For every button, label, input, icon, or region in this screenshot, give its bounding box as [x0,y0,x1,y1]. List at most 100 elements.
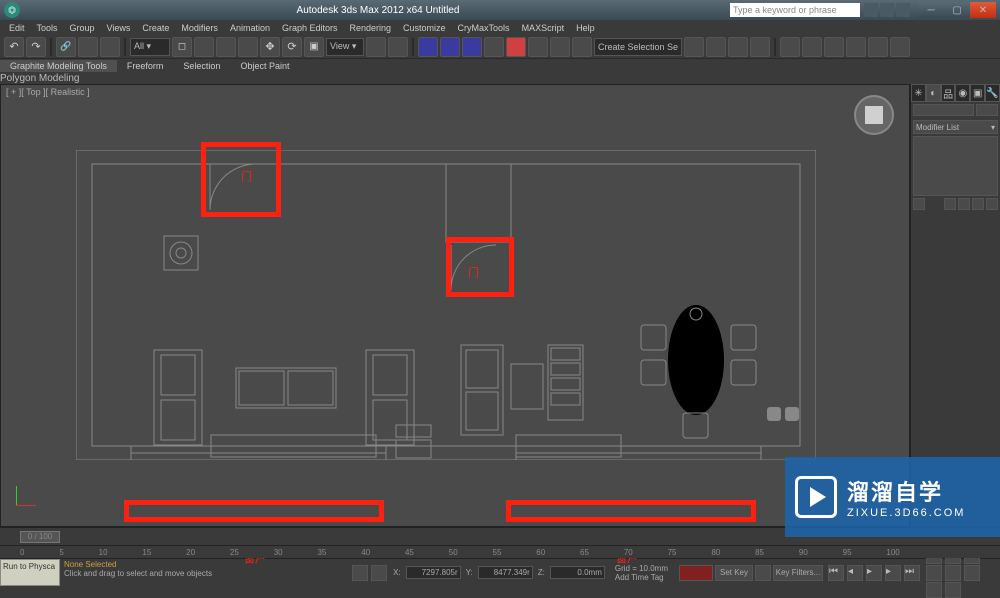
orbit-button[interactable] [926,582,942,598]
scale-button[interactable] [304,37,324,57]
zoom-extents-all-button[interactable] [926,565,942,581]
curve-editor-button[interactable] [706,37,726,57]
autokey-button[interactable] [679,565,713,581]
render-iterative-button[interactable] [846,37,866,57]
remove-modifier-button[interactable] [972,198,984,210]
snap-toggle-button[interactable] [418,37,438,57]
infocenter-help-icon[interactable] [896,3,910,17]
unlink-button[interactable] [78,37,98,57]
y-field[interactable]: 8477.349r [478,566,533,579]
lock-selection-icon[interactable] [352,565,368,581]
ribbon-tab-selection[interactable]: Selection [173,60,230,72]
rendered-frame-button[interactable] [802,37,822,57]
menu-views[interactable]: Views [102,22,136,34]
cmd-tab-modify[interactable]: ◐ [926,84,941,102]
time-slider-handle[interactable]: 0 / 100 [20,531,60,543]
viewcube[interactable] [854,95,894,135]
redo-button[interactable] [26,37,46,57]
cmd-tab-utilities[interactable]: 🔧 [985,84,1000,102]
pin-stack-button[interactable] [913,198,925,210]
app-icon[interactable]: ⏣ [4,2,20,18]
menu-edit[interactable]: Edit [4,22,30,34]
next-frame-button[interactable]: ▸ [885,565,901,581]
named-selection-dropdown[interactable]: Create Selection Se [594,38,682,56]
make-unique-button[interactable] [958,198,970,210]
abs-rel-icon[interactable] [371,565,387,581]
object-name-field[interactable] [913,104,974,116]
manipulate-button[interactable] [388,37,408,57]
mirror-button[interactable] [528,37,548,57]
play-button[interactable]: ▸ [866,565,882,581]
configure-sets-button[interactable] [986,198,998,210]
window-crossing-button[interactable] [238,37,258,57]
infocenter-star-icon[interactable] [880,3,894,17]
ribbon-tab-freeform[interactable]: Freeform [117,60,174,72]
edit-named-sel-button[interactable] [506,37,526,57]
render-production-button[interactable] [868,37,888,57]
infocenter-search-icon[interactable] [864,3,878,17]
menu-maxscript[interactable]: MAXScript [517,22,570,34]
move-button[interactable] [260,37,280,57]
maximize-button[interactable]: ▢ [944,2,970,18]
prev-frame-button[interactable]: ◂ [847,565,863,581]
viewport-shade-icon[interactable] [785,407,799,421]
layer-manager-button[interactable] [572,37,592,57]
minimize-button[interactable]: ─ [918,2,944,18]
setkey-button[interactable]: Set Key [715,565,753,581]
modifier-stack[interactable] [913,136,998,196]
pivot-button[interactable] [366,37,386,57]
cmd-tab-motion[interactable]: ◉ [955,84,970,102]
maxscript-listener[interactable]: Run to Physca [0,559,60,586]
select-region-button[interactable] [216,37,236,57]
key-mode-icon[interactable] [755,565,771,581]
menu-customize[interactable]: Customize [398,22,451,34]
refcoord-dropdown[interactable]: View ▾ [326,38,364,56]
max-viewport-button[interactable] [945,582,961,598]
percent-snap-button[interactable] [462,37,482,57]
z-field[interactable]: 0.0mm [550,566,605,579]
object-color-swatch[interactable] [976,104,998,116]
schematic-view-button[interactable] [728,37,748,57]
angle-snap-button[interactable] [440,37,460,57]
selection-filter-dropdown[interactable]: All ▾ [130,38,170,56]
viewport[interactable]: [ + ][ Top ][ Realistic ] [0,84,910,527]
cmd-tab-display[interactable]: ▣ [970,84,985,102]
ribbon-tab-graphite[interactable]: Graphite Modeling Tools [0,60,117,72]
viewport-shade-icon[interactable] [767,407,781,421]
menu-tools[interactable]: Tools [32,22,63,34]
bind-spacewarp-button[interactable] [100,37,120,57]
menu-modifiers[interactable]: Modifiers [176,22,223,34]
menu-crymaxtools[interactable]: CryMaxTools [453,22,515,34]
align-button[interactable] [550,37,570,57]
render-setup-button[interactable] [780,37,800,57]
x-field[interactable]: 7297.805r [406,566,461,579]
select-button[interactable] [172,37,192,57]
menu-animation[interactable]: Animation [225,22,275,34]
menu-rendering[interactable]: Rendering [345,22,397,34]
close-button[interactable]: ✕ [970,2,996,18]
search-input[interactable]: Type a keyword or phrase [730,3,860,17]
ribbon-tab-objectpaint[interactable]: Object Paint [230,60,299,72]
menu-grapheditors[interactable]: Graph Editors [277,22,343,34]
rotate-button[interactable] [282,37,302,57]
render-preset-button[interactable] [890,37,910,57]
fov-button[interactable] [945,565,961,581]
viewcube-face[interactable] [865,106,883,124]
menu-create[interactable]: Create [137,22,174,34]
viewport-label[interactable]: [ + ][ Top ][ Realistic ] [6,87,90,97]
undo-button[interactable] [4,37,24,57]
goto-start-button[interactable]: ⏮ [828,565,844,581]
goto-end-button[interactable]: ⏭ [904,565,920,581]
link-button[interactable] [56,37,76,57]
menu-help[interactable]: Help [571,22,600,34]
time-ruler[interactable]: 0 5 10 15 20 25 30 35 40 45 50 55 60 65 … [0,545,1000,558]
time-tag-button[interactable]: Add Time Tag [611,573,672,582]
pan-button[interactable] [964,565,980,581]
cmd-tab-hierarchy[interactable]: 品 [941,84,956,102]
select-by-name-button[interactable] [194,37,214,57]
menu-group[interactable]: Group [65,22,100,34]
cmd-tab-create[interactable]: ✳ [911,84,926,102]
material-editor-button[interactable] [750,37,770,57]
ribbon-toggle-button[interactable] [684,37,704,57]
modifier-list-dropdown[interactable]: Modifier List▾ [913,120,998,134]
